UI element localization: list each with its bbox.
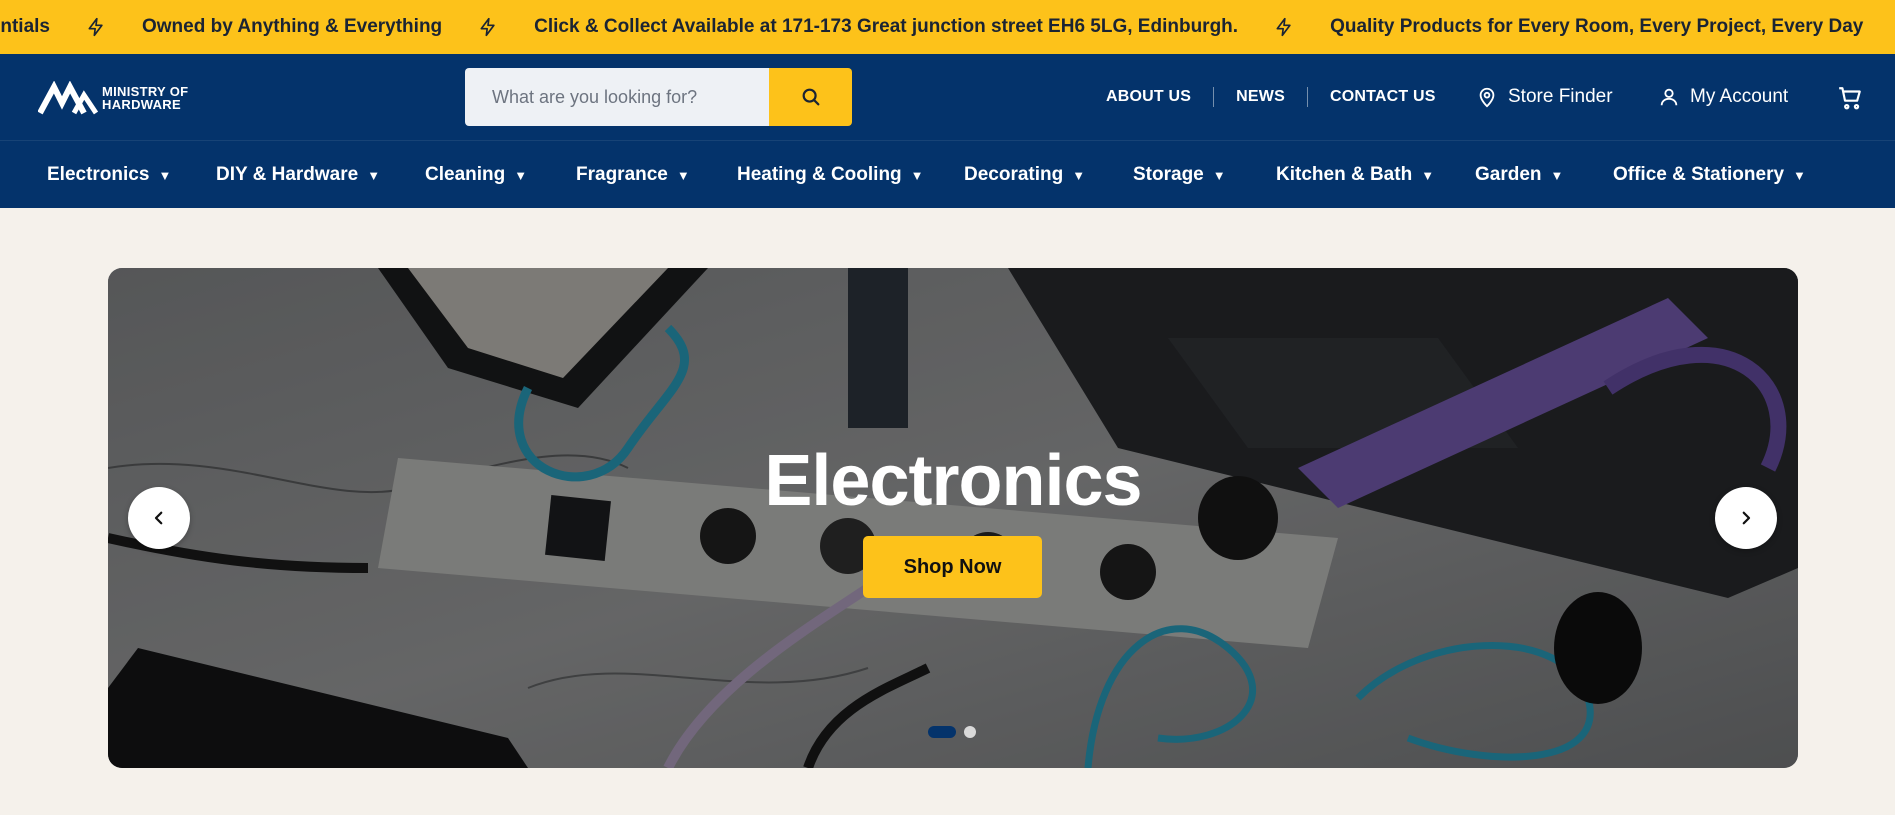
ticker-item: Click & Collect Available at 171-173 Gre… [534,0,1330,54]
site-header: MINISTRY OF HARDWARE ABOUT US NEWS CONTA… [0,54,1895,140]
cart-icon [1839,87,1861,110]
ticker-item: Quality Products for Every Room, Every P… [1330,0,1895,54]
caret-down-icon: ▼ [1421,167,1435,183]
nav-label: Office & Stationery [1613,164,1785,185]
hero-carousel: Electronics Shop Now [108,268,1798,768]
map-pin-icon [1479,87,1495,108]
search-input[interactable] [465,68,769,126]
nav-heating-cooling[interactable]: Heating & Cooling ▼ [737,141,924,209]
category-nav: Electronics ▼ DIY & Hardware ▼ Cleaning ▼ F… [0,140,1895,208]
nav-label: Electronics [47,164,150,185]
divider [1306,87,1308,107]
lightning-icon [1274,16,1294,38]
nav-label: DIY & Hardware [216,164,359,185]
lightning-icon [478,16,498,38]
site-logo[interactable]: MINISTRY OF HARDWARE [38,80,218,116]
ticker-text: Click & Collect Available at 171-173 Gre… [534,16,1239,37]
carousel-dot-active[interactable] [928,726,956,738]
caret-down-icon: ▼ [676,167,690,183]
caret-down-icon: ▼ [158,167,172,183]
ticker-item: Essentials [0,0,142,54]
user-icon [1660,88,1678,106]
chevron-left-icon [154,511,163,525]
nav-fragrance[interactable]: Fragrance ▼ [576,141,690,209]
nav-label: Kitchen & Bath [1276,164,1413,185]
nav-label: Garden [1475,164,1542,185]
contact-us-link[interactable]: CONTACT US [1330,88,1436,106]
store-finder-link[interactable]: Store Finder [1476,54,1613,140]
news-link[interactable]: NEWS [1236,88,1285,106]
search-button[interactable] [769,68,852,126]
shop-now-button[interactable]: Shop Now [863,536,1042,598]
cart-button[interactable] [1837,85,1863,111]
logo-wordmark: MINISTRY OF HARDWARE [102,85,188,111]
ticker-text: Essentials [0,16,50,37]
lightning-icon [86,16,106,38]
ticker-item: Owned by Anything & Everything [142,0,534,54]
caret-down-icon: ▼ [1793,167,1806,183]
caret-down-icon: ▼ [1212,167,1226,183]
announcement-ticker: Essentials Owned by Anything & Everythin… [0,0,1895,54]
caret-down-icon: ▼ [1550,167,1564,183]
logo-mark-icon [38,81,99,115]
nav-kitchen-bath[interactable]: Kitchen & Bath ▼ [1276,141,1434,209]
hero-title: Electronics [764,441,1142,521]
carousel-prev-button[interactable] [128,487,190,549]
nav-electronics[interactable]: Electronics ▼ [47,141,171,209]
carousel-dot[interactable] [964,726,976,738]
top-links: ABOUT US NEWS CONTACT US [1106,54,1436,140]
carousel-next-button[interactable] [1715,487,1777,549]
caret-down-icon: ▼ [1072,167,1086,183]
my-account-label: My Account [1690,86,1789,107]
divider [1213,87,1215,107]
about-us-link[interactable]: ABOUT US [1106,88,1191,106]
carousel-dots [928,725,976,739]
nav-label: Cleaning [425,164,506,185]
nav-label: Heating & Cooling [737,164,902,185]
nav-diy-hardware[interactable]: DIY & Hardware ▼ [216,141,380,209]
caret-down-icon: ▼ [910,167,924,183]
logo-line: HARDWARE [102,97,181,112]
my-account-link[interactable]: My Account [1658,54,1788,140]
ticker-track: Essentials Owned by Anything & Everythin… [0,0,1895,54]
search-icon [802,88,819,106]
nav-storage[interactable]: Storage ▼ [1133,141,1226,209]
store-finder-label: Store Finder [1508,86,1613,107]
chevron-right-icon [1742,511,1751,525]
nav-garden[interactable]: Garden ▼ [1475,141,1563,209]
nav-label: Fragrance [576,164,668,185]
caret-down-icon: ▼ [367,167,381,183]
nav-office-stationery[interactable]: Office & Stationery ▼ [1613,141,1806,209]
nav-label: Storage [1133,164,1204,185]
ticker-text: Quality Products for Every Room, Every P… [1330,16,1864,37]
nav-cleaning[interactable]: Cleaning ▼ [425,141,527,209]
caret-down-icon: ▼ [514,167,528,183]
ticker-text: Owned by Anything & Everything [142,16,443,37]
search-bar [465,68,852,126]
nav-decorating[interactable]: Decorating ▼ [964,141,1085,209]
nav-label: Decorating [964,164,1064,185]
